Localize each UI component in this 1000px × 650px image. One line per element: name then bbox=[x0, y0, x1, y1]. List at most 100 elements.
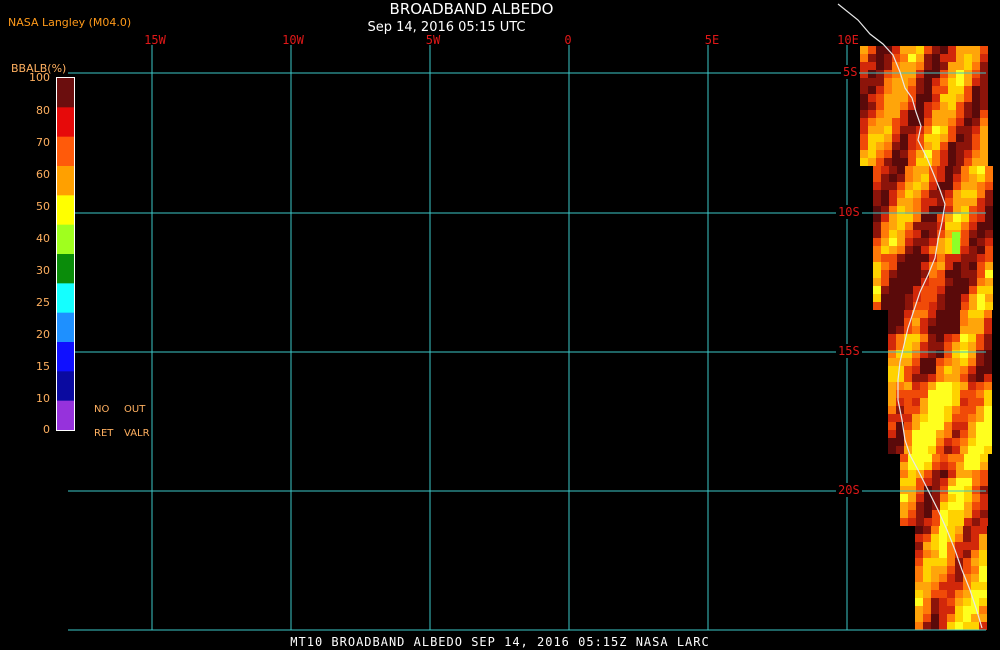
imagery-cell bbox=[928, 374, 936, 382]
imagery-cell bbox=[984, 366, 992, 374]
imagery-cell bbox=[897, 246, 905, 254]
imagery-cell bbox=[884, 62, 892, 70]
imagery-cell bbox=[921, 294, 929, 302]
imagery-cell bbox=[921, 238, 929, 246]
imagery-cell bbox=[963, 542, 971, 550]
imagery-cell bbox=[932, 102, 940, 110]
imagery-cell bbox=[908, 142, 916, 150]
imagery-cell bbox=[921, 254, 929, 262]
imagery-cell bbox=[936, 342, 944, 350]
imagery-cell bbox=[905, 302, 913, 310]
imagery-cell bbox=[931, 606, 939, 614]
imagery-cell bbox=[956, 134, 964, 142]
imagery-cell bbox=[968, 430, 976, 438]
imagery-cell bbox=[976, 318, 984, 326]
imagery-cell bbox=[985, 278, 993, 286]
imagery-cell bbox=[948, 94, 956, 102]
imagery-cell bbox=[952, 310, 960, 318]
imagery-cell bbox=[928, 446, 936, 454]
imagery-cell bbox=[955, 582, 963, 590]
imagery-cell bbox=[984, 438, 992, 446]
imagery-cell bbox=[976, 326, 984, 334]
imagery-cell bbox=[953, 182, 961, 190]
imagery-cell bbox=[936, 382, 944, 390]
lon-label: 5E bbox=[704, 33, 720, 47]
imagery-cell bbox=[881, 254, 889, 262]
imagery-cell bbox=[940, 126, 948, 134]
imagery-cell bbox=[924, 470, 932, 478]
imagery-cell bbox=[900, 150, 908, 158]
imagery-cell bbox=[873, 190, 881, 198]
imagery-cell bbox=[884, 86, 892, 94]
imagery-cell bbox=[900, 142, 908, 150]
imagery-cell bbox=[952, 414, 960, 422]
imagery-cell bbox=[884, 118, 892, 126]
imagery-cell bbox=[913, 182, 921, 190]
imagery-cell bbox=[940, 494, 948, 502]
imagery-cell bbox=[912, 350, 920, 358]
imagery-cell bbox=[939, 614, 947, 622]
imagery-cell bbox=[944, 366, 952, 374]
imagery-cell bbox=[873, 238, 881, 246]
imagery-cell bbox=[860, 118, 868, 126]
imagery-cell bbox=[889, 230, 897, 238]
imagery-cell bbox=[931, 622, 939, 630]
imagery-cell bbox=[881, 222, 889, 230]
imagery-cell bbox=[868, 158, 876, 166]
imagery-cell bbox=[976, 310, 984, 318]
imagery-cell bbox=[976, 358, 984, 366]
imagery-cell bbox=[969, 198, 977, 206]
imagery-cell bbox=[984, 414, 992, 422]
imagery-cell bbox=[945, 174, 953, 182]
imagery-cell bbox=[980, 94, 988, 102]
imagery-cell bbox=[977, 190, 985, 198]
imagery-cell bbox=[920, 430, 928, 438]
imagery-cell bbox=[881, 302, 889, 310]
imagery-cell bbox=[916, 86, 924, 94]
imagery-cell bbox=[904, 374, 912, 382]
imagery-cell bbox=[932, 454, 940, 462]
imagery-cell bbox=[955, 614, 963, 622]
imagery-cell bbox=[985, 254, 993, 262]
imagery-cell bbox=[948, 142, 956, 150]
imagery-cell bbox=[969, 214, 977, 222]
imagery-cell bbox=[924, 86, 932, 94]
imagery-cell bbox=[948, 470, 956, 478]
imagery-cell bbox=[915, 566, 923, 574]
imagery-cell bbox=[868, 94, 876, 102]
imagery-cell bbox=[905, 198, 913, 206]
colorbar-segment bbox=[57, 254, 74, 284]
imagery-cell bbox=[928, 342, 936, 350]
imagery-cell bbox=[972, 478, 980, 486]
imagery-cell bbox=[980, 462, 988, 470]
imagery-cell bbox=[985, 198, 993, 206]
imagery-cell bbox=[920, 446, 928, 454]
imagery-cell bbox=[921, 198, 929, 206]
imagery-cell bbox=[972, 142, 980, 150]
imagery-cell bbox=[924, 462, 932, 470]
imagery-cell bbox=[979, 606, 987, 614]
imagery-cell bbox=[945, 254, 953, 262]
imagery-cell bbox=[932, 78, 940, 86]
imagery-cell bbox=[939, 534, 947, 542]
imagery-cell bbox=[952, 326, 960, 334]
imagery-cell bbox=[960, 366, 968, 374]
imagery-cell bbox=[905, 254, 913, 262]
imagery-cell bbox=[980, 78, 988, 86]
imagery-cell bbox=[937, 302, 945, 310]
imagery-cell bbox=[956, 70, 964, 78]
imagery-cell bbox=[955, 590, 963, 598]
imagery-cell bbox=[932, 94, 940, 102]
imagery-cell bbox=[956, 110, 964, 118]
imagery-cell bbox=[964, 70, 972, 78]
imagery-cell bbox=[932, 118, 940, 126]
imagery-cell bbox=[932, 134, 940, 142]
imagery-cell bbox=[913, 174, 921, 182]
colorbar-tick: 10 bbox=[36, 392, 50, 405]
imagery-cell bbox=[908, 110, 916, 118]
imagery-cell bbox=[868, 70, 876, 78]
imagery-cell bbox=[956, 478, 964, 486]
imagery-cell bbox=[980, 142, 988, 150]
imagery-cell bbox=[961, 262, 969, 270]
imagery-cell bbox=[860, 78, 868, 86]
